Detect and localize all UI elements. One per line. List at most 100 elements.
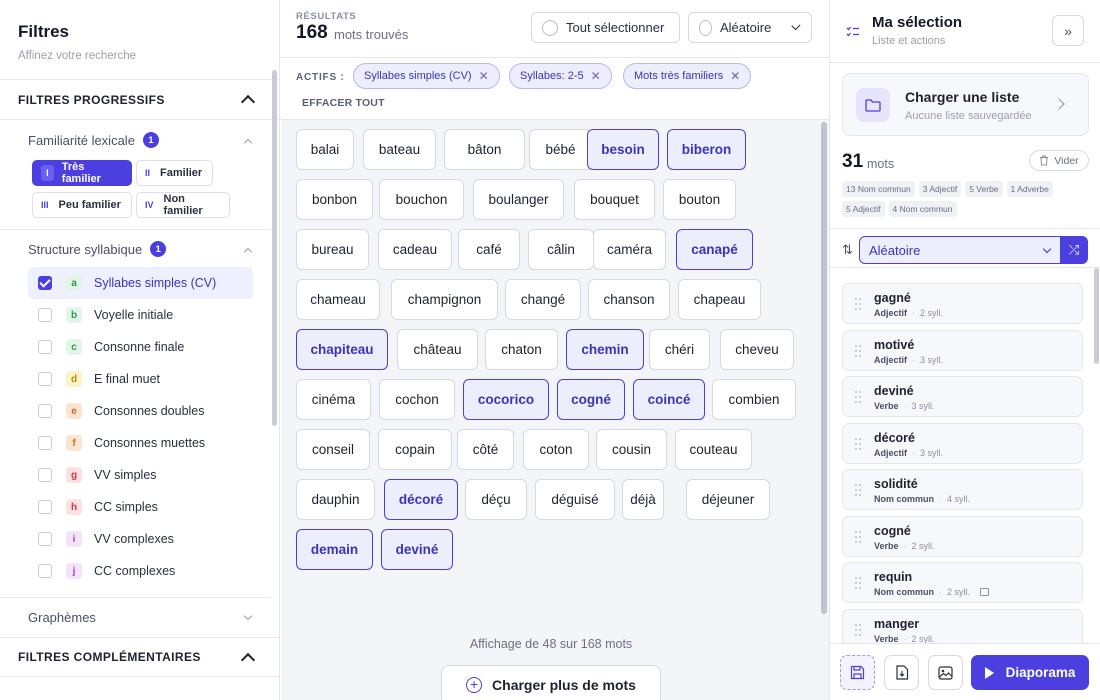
checkbox[interactable]: [38, 564, 52, 578]
structure-item-vv-simple[interactable]: g VV simples: [0, 459, 279, 491]
familiarity-header[interactable]: Familiarité lexicale 1: [0, 132, 279, 148]
checkbox[interactable]: [38, 276, 52, 290]
clear-all-button[interactable]: EFFACER TOUT: [302, 97, 385, 109]
drag-handle-icon[interactable]: [855, 344, 861, 357]
structure-item-silent-consonants[interactable]: f Consonnes muettes: [0, 427, 279, 459]
word-card[interactable]: déguisé: [535, 479, 615, 520]
selected-word-item[interactable]: manger Verbe · 2 syll.: [842, 608, 1083, 643]
structure-item-initial-vowel[interactable]: b Voyelle initiale: [0, 299, 279, 331]
familiarity-little-familiar[interactable]: III Peu familier: [32, 192, 132, 218]
word-card[interactable]: bateau: [363, 129, 436, 170]
checkbox[interactable]: [38, 532, 52, 546]
familiarity-familiar[interactable]: II Familier: [136, 160, 213, 186]
word-card[interactable]: chaton: [485, 329, 558, 370]
selected-word-item[interactable]: gagné Adjectif · 2 syll.: [842, 283, 1083, 324]
word-card[interactable]: balai: [296, 129, 354, 170]
word-card[interactable]: cinéma: [296, 379, 371, 420]
word-card[interactable]: bâton: [444, 129, 525, 170]
structure-item-simple-syllables[interactable]: a Syllabes simples (CV): [28, 267, 253, 299]
word-card[interactable]: câlin: [528, 229, 594, 270]
word-card[interactable]: déjeuner: [686, 479, 770, 520]
word-card[interactable]: chameau: [296, 279, 380, 320]
select-all-button[interactable]: Tout sélectionner: [531, 12, 680, 43]
export-button[interactable]: [884, 655, 919, 690]
word-card[interactable]: cadeau: [378, 229, 452, 270]
checkbox[interactable]: [38, 340, 52, 354]
structure-item-silent-e[interactable]: d E final muet: [0, 363, 279, 395]
drag-handle-icon[interactable]: [855, 577, 861, 589]
word-card[interactable]: cousin: [596, 429, 667, 470]
structure-item-double-consonants[interactable]: e Consonnes doubles: [0, 395, 279, 427]
checkbox[interactable]: [38, 500, 52, 514]
structure-item-vv-complex[interactable]: i VV complexes: [0, 523, 279, 555]
drag-handle-icon[interactable]: [855, 437, 861, 450]
word-card[interactable]: bouton: [663, 179, 736, 220]
drag-handle-icon[interactable]: [855, 484, 861, 496]
slideshow-button[interactable]: Diaporama: [971, 655, 1089, 690]
drag-handle-icon[interactable]: [855, 530, 861, 543]
checkbox[interactable]: [38, 436, 52, 450]
word-card[interactable]: deviné: [381, 529, 453, 570]
checkbox[interactable]: [38, 372, 52, 386]
close-icon[interactable]: ✕: [730, 69, 740, 83]
close-icon[interactable]: ✕: [479, 69, 489, 83]
word-card[interactable]: chanson: [588, 279, 670, 320]
selected-word-item[interactable]: solidité Nom commun · 4 syll.: [842, 469, 1083, 510]
filter-chip[interactable]: Syllabes simples (CV) ✕: [353, 63, 500, 89]
shuffle-button[interactable]: ⤮: [1060, 236, 1088, 264]
word-card[interactable]: déçu: [465, 479, 527, 520]
word-card[interactable]: dauphin: [296, 479, 375, 520]
structure-header[interactable]: Structure syllabique 1: [0, 241, 279, 257]
selected-word-item[interactable]: cogné Verbe · 2 syll.: [842, 515, 1083, 557]
drag-handle-icon[interactable]: [855, 391, 861, 403]
word-card[interactable]: bouquet: [574, 179, 655, 220]
selected-word-item[interactable]: motivé Adjectif · 3 syll.: [842, 329, 1083, 371]
word-card[interactable]: coton: [523, 429, 589, 470]
selection-scrollbar[interactable]: [1094, 268, 1099, 364]
load-more-button[interactable]: + Charger plus de mots: [441, 665, 661, 700]
selected-word-item[interactable]: deviné Verbe · 3 syll.: [842, 376, 1083, 417]
selected-word-item[interactable]: décoré Adjectif · 3 syll.: [842, 422, 1083, 464]
checkbox[interactable]: [38, 404, 52, 418]
selected-word-item[interactable]: requin Nom commun · 2 syll.: [842, 562, 1083, 603]
word-card[interactable]: cocorico: [463, 379, 549, 420]
word-card[interactable]: chemin: [566, 329, 644, 370]
word-card[interactable]: bonbon: [296, 179, 373, 220]
word-card[interactable]: décoré: [384, 479, 458, 520]
collapse-panel-button[interactable]: »: [1052, 15, 1084, 46]
progressive-filters-header[interactable]: FILTRES PROGRESSIFS: [0, 80, 279, 120]
word-card[interactable]: château: [397, 329, 478, 370]
word-card[interactable]: caméra: [593, 229, 666, 270]
structure-item-cc-simple[interactable]: h CC simples: [0, 491, 279, 523]
word-card[interactable]: chapeau: [678, 279, 761, 320]
complementary-filters-header[interactable]: FILTRES COMPLÉMENTAIRES: [0, 637, 279, 677]
drag-handle-icon[interactable]: [855, 623, 861, 636]
word-card[interactable]: bureau: [296, 229, 369, 270]
word-card[interactable]: bébé: [529, 129, 592, 170]
word-card[interactable]: biberon: [667, 129, 746, 170]
word-card[interactable]: coincé: [633, 379, 705, 420]
word-card[interactable]: boulanger: [473, 179, 564, 220]
filter-chip[interactable]: Syllabes: 2-5 ✕: [509, 63, 612, 89]
word-card[interactable]: champignon: [391, 279, 498, 320]
checkbox[interactable]: [38, 468, 52, 482]
structure-item-final-consonant[interactable]: c Consonne finale: [0, 331, 279, 363]
word-card[interactable]: côté: [457, 429, 514, 470]
graphemes-header[interactable]: Graphèmes: [0, 598, 279, 637]
word-card[interactable]: conseil: [296, 429, 370, 470]
word-card[interactable]: copain: [378, 429, 452, 470]
word-card[interactable]: bouchon: [379, 179, 464, 220]
clear-selection-button[interactable]: Vider: [1029, 150, 1089, 171]
load-list-card[interactable]: Charger une liste Aucune liste sauvegard…: [842, 73, 1089, 136]
drag-handle-icon[interactable]: [855, 298, 861, 310]
image-button[interactable]: [928, 655, 963, 690]
results-scrollbar[interactable]: [821, 122, 827, 614]
word-card[interactable]: couteau: [675, 429, 752, 470]
word-card[interactable]: canapé: [676, 229, 753, 270]
order-dropdown[interactable]: Aléatoire: [688, 12, 812, 43]
word-card[interactable]: demain: [296, 529, 373, 570]
filter-chip[interactable]: Mots très familiers ✕: [623, 63, 752, 89]
word-card[interactable]: cochon: [379, 379, 455, 420]
close-icon[interactable]: ✕: [591, 69, 601, 83]
checkbox[interactable]: [38, 308, 52, 322]
